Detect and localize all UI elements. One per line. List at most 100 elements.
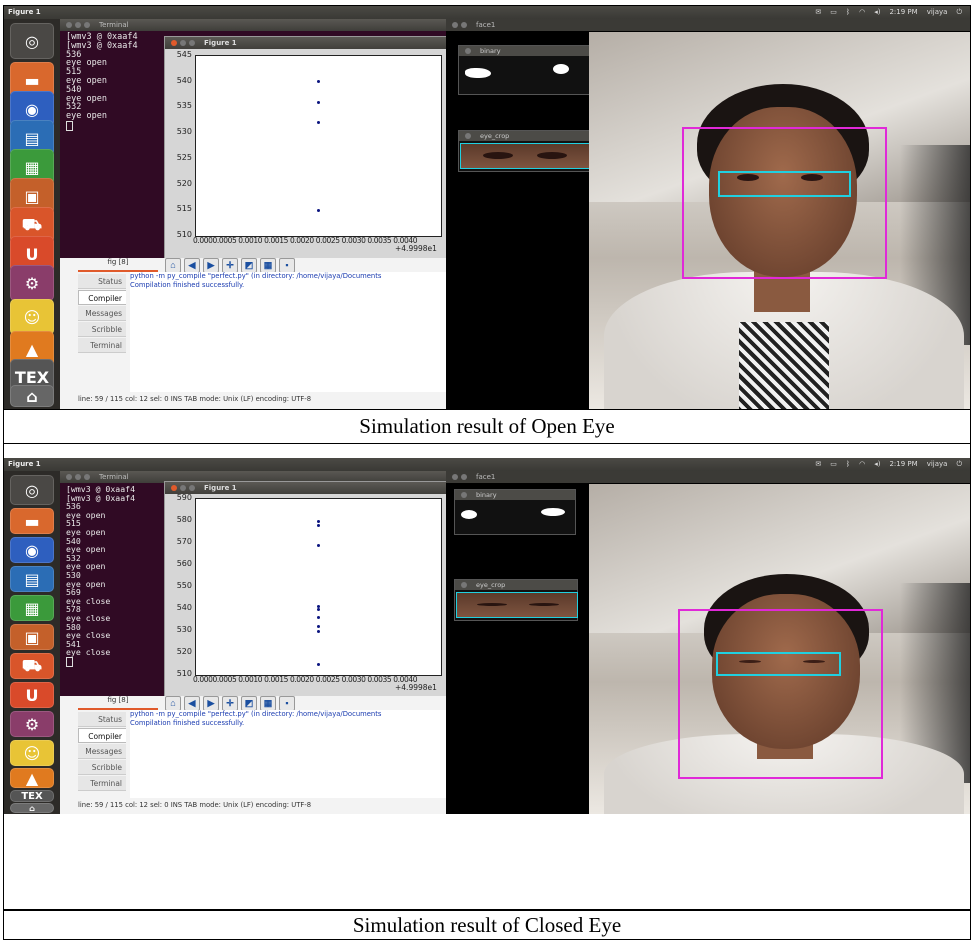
maximize-icon[interactable] [189,40,195,46]
maximize-icon[interactable] [84,22,90,28]
zoom-icon[interactable]: ◩ [241,258,257,273]
pan-icon[interactable]: ✛ [222,696,238,711]
tab-terminal[interactable]: Terminal [78,776,126,791]
software-center-icon[interactable]: ⛟ [10,653,54,679]
configure-icon[interactable]: ▦ [260,696,276,711]
system-tray[interactable]: ✉ ▭ ᛒ ◠ ◂) 2:19 PM vijaya ⏻ [815,8,962,17]
close-icon[interactable] [465,48,471,54]
face-titlebar[interactable]: face1 [446,19,970,31]
bluetooth-icon[interactable]: ᛒ [846,8,850,17]
minimize-icon[interactable] [75,474,81,480]
scatter-plot[interactable] [195,55,442,237]
geany-icon[interactable]: ☺ [10,299,54,335]
eyecrop-titlebar[interactable]: eye_crop [455,580,577,590]
tab-terminal[interactable]: Terminal [78,338,126,353]
dash-icon[interactable]: ◎ [10,23,54,59]
bluetooth-icon[interactable]: ᛒ [846,460,850,469]
minimize-icon[interactable] [75,22,81,28]
firefox-icon[interactable]: ◉ [10,537,54,563]
dash-icon[interactable]: ◎ [10,475,54,505]
figure-titlebar[interactable]: Figure 1 [165,37,447,49]
tab-status[interactable]: Status [78,712,126,727]
minimize-icon[interactable] [180,485,186,491]
back-icon[interactable]: ◀ [184,258,200,273]
close-icon[interactable] [66,22,72,28]
system-tray[interactable]: ✉ ▭ ᛒ ◠ ◂) 2:19 PM vijaya ⏻ [815,460,962,469]
user-name[interactable]: vijaya [927,460,948,469]
mail-icon[interactable]: ✉ [815,460,821,469]
home-icon[interactable]: ⌂ [165,696,181,711]
configure-icon[interactable]: ▦ [260,258,276,273]
save-icon[interactable]: ▪ [279,696,295,711]
zoom-icon[interactable]: ◩ [241,696,257,711]
terminal-titlebar[interactable]: Terminal [60,19,446,31]
tex-icon[interactable]: TEX [10,790,54,802]
face-window[interactable]: face1 binary eye_crop [446,19,970,409]
message-tab[interactable]: fig [8] [78,258,158,272]
power-icon[interactable]: ⏻ [956,8,962,17]
settings-icon[interactable]: ⚙ [10,711,54,737]
user-name[interactable]: vijaya [927,8,948,17]
battery-icon[interactable]: ▭ [830,460,837,469]
calc-icon[interactable]: ▦ [10,595,54,621]
geany-icon[interactable]: ☺ [10,740,54,766]
trash-icon[interactable]: ⌂ [10,803,54,813]
power-icon[interactable]: ⏻ [956,460,962,469]
save-icon[interactable]: ▪ [279,258,295,273]
settings-icon[interactable]: ⚙ [10,265,54,301]
message-tab[interactable]: fig [8] [78,696,158,710]
face-window[interactable]: face1 binary eye_crop [446,471,970,814]
clock[interactable]: 2:19 PM [889,8,917,17]
wifi-icon[interactable]: ◠ [859,460,865,469]
close-icon[interactable] [461,492,467,498]
mail-icon[interactable]: ✉ [815,8,821,17]
close-icon[interactable] [66,474,72,480]
eyecrop-window[interactable]: eye_crop [454,579,578,621]
tab-scribble[interactable]: Scribble [78,760,126,775]
close-icon[interactable] [171,485,177,491]
maximize-icon[interactable] [189,485,195,491]
tab-status[interactable]: Status [78,274,126,289]
minimize-icon[interactable] [180,40,186,46]
close-icon[interactable] [171,40,177,46]
close-icon[interactable] [452,474,458,480]
binary-window[interactable]: binary [458,45,590,95]
maximize-icon[interactable] [84,474,90,480]
ubuntu-one-icon[interactable]: U [10,682,54,708]
figure-titlebar[interactable]: Figure 1 [165,482,447,494]
files-icon[interactable]: ▬ [10,508,54,534]
eyecrop-window[interactable]: eye_crop [458,130,590,172]
figure-window[interactable]: Figure 1 545 540 535 530 525 520 515 510 0.0000… [164,36,448,275]
scatter-plot[interactable] [195,498,442,676]
figure-window[interactable]: Figure 1 590 580 570 560 550 540 530 520 510 0.0… [164,481,448,713]
wifi-icon[interactable]: ◠ [859,8,865,17]
close-icon[interactable] [461,582,467,588]
back-icon[interactable]: ◀ [184,696,200,711]
volume-icon[interactable]: ◂) [874,460,880,469]
tab-messages[interactable]: Messages [78,744,126,759]
binary-titlebar[interactable]: binary [455,490,575,500]
binary-window[interactable]: binary [454,489,576,535]
close-icon[interactable] [465,133,471,139]
binary-titlebar[interactable]: binary [459,46,589,56]
tab-scribble[interactable]: Scribble [78,322,126,337]
terminal-output[interactable]: [wmv3 @ 0xaaf4 [wmv3 @ 0xaaf4 536 eye open 5… [66,485,135,667]
clock[interactable]: 2:19 PM [889,460,917,469]
minimize-icon[interactable] [461,474,467,480]
close-icon[interactable] [452,22,458,28]
trash-icon[interactable]: ⌂ [10,385,54,407]
pan-icon[interactable]: ✛ [222,258,238,273]
tab-messages[interactable]: Messages [78,306,126,321]
eyecrop-titlebar[interactable]: eye_crop [459,131,589,141]
tab-compiler[interactable]: Compiler [78,290,126,305]
writer-icon[interactable]: ▤ [10,566,54,592]
impress-icon[interactable]: ▣ [10,624,54,650]
forward-icon[interactable]: ▶ [203,258,219,273]
tab-compiler[interactable]: Compiler [78,728,126,743]
vlc-icon[interactable]: ▲ [10,768,54,788]
home-icon[interactable]: ⌂ [165,258,181,273]
volume-icon[interactable]: ◂) [874,8,880,17]
battery-icon[interactable]: ▭ [830,8,837,17]
forward-icon[interactable]: ▶ [203,696,219,711]
minimize-icon[interactable] [461,22,467,28]
